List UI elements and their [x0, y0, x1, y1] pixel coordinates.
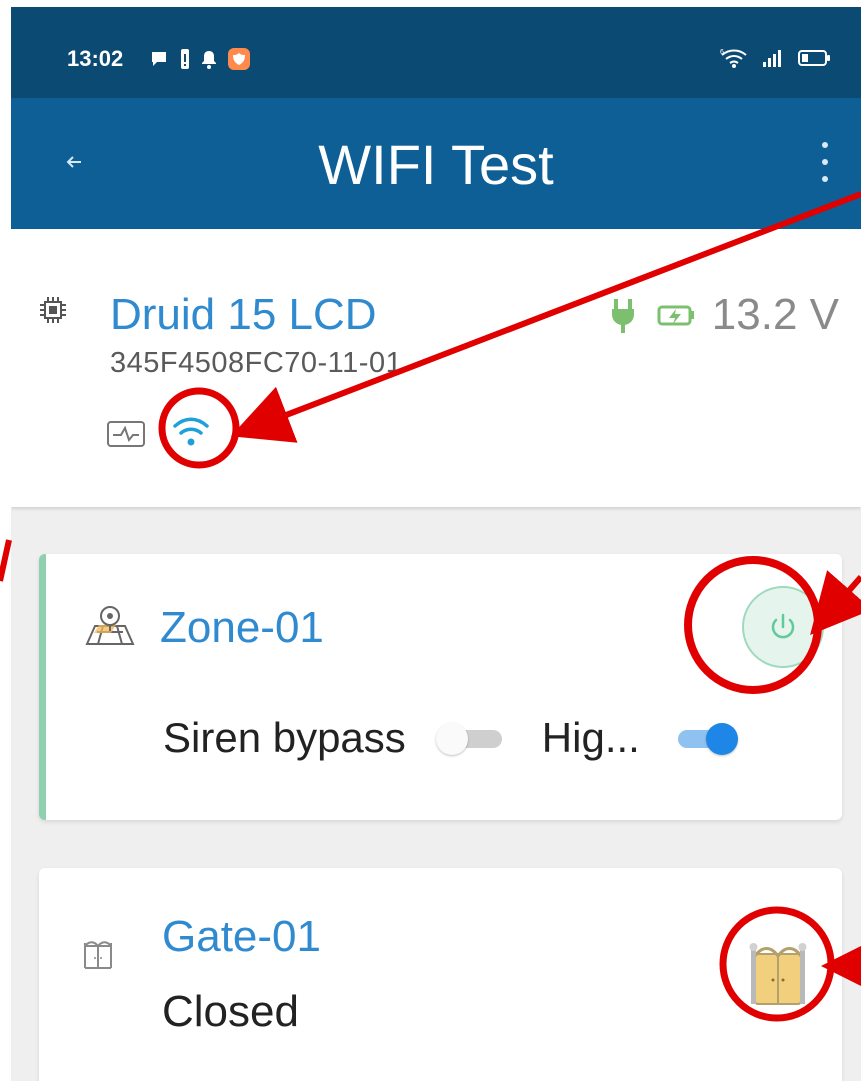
zone-map-icon — [85, 606, 135, 645]
siren-bypass-toggle[interactable] — [435, 720, 506, 756]
toggle-thumb — [435, 723, 468, 755]
gate-name[interactable]: Gate-01 — [162, 912, 321, 962]
device-card[interactable]: Druid 15 LCD 345F4508FC70-11-01 13.2 V — [11, 229, 861, 507]
gate-action-icon[interactable] — [748, 940, 808, 1010]
battery-alert-icon — [181, 49, 189, 69]
signal-icon — [763, 50, 781, 67]
monitor-icon — [107, 421, 145, 447]
svg-text:6: 6 — [720, 49, 724, 56]
zone-options: Siren bypass Hig... — [163, 714, 776, 762]
more-vert-icon — [822, 142, 828, 148]
high-option-label: Hig... — [541, 714, 640, 761]
siren-bypass-label: Siren bypass — [163, 714, 406, 761]
status-left-icons — [149, 47, 251, 71]
power-icon — [771, 613, 795, 639]
app-screen: 13:02 6 WIFI Test Druid 15 LCD 345F4508F… — [11, 7, 861, 1081]
status-right-icons: 6 — [719, 45, 831, 71]
power-status: 13.2 V — [606, 291, 839, 339]
chip-icon — [40, 297, 66, 323]
device-id: 345F4508FC70-11-01 — [110, 347, 403, 379]
zone-card[interactable]: Zone-01 Siren bypass Hig... — [39, 554, 842, 820]
plug-icon — [611, 299, 634, 333]
zone-name[interactable]: Zone-01 — [160, 603, 324, 653]
battery-icon — [798, 50, 830, 66]
toggle-thumb — [705, 723, 738, 755]
device-name[interactable]: Druid 15 LCD — [110, 290, 377, 340]
voltage-value: 13.2 V — [711, 290, 839, 339]
overflow-menu-button[interactable] — [813, 142, 837, 182]
gate-outline-icon — [84, 941, 112, 969]
chat-icon — [152, 52, 166, 66]
bell-icon — [202, 51, 216, 69]
page-title: WIFI Test — [318, 133, 554, 196]
gate-card[interactable]: Gate-01 Closed — [39, 868, 842, 1081]
wifi-icon[interactable] — [171, 415, 211, 449]
high-option-toggle[interactable] — [670, 720, 740, 756]
status-time: 13:02 — [67, 46, 124, 71]
gate-status: Closed — [162, 987, 299, 1036]
app-bar: WIFI Test — [11, 98, 861, 229]
battery-charging-icon — [657, 305, 694, 326]
power-button[interactable] — [742, 586, 824, 668]
status-bar: 13:02 6 — [11, 7, 861, 98]
left-red-mark — [0, 539, 12, 582]
wifi-6-icon: 6 — [720, 49, 747, 68]
shield-app-icon — [228, 48, 250, 70]
